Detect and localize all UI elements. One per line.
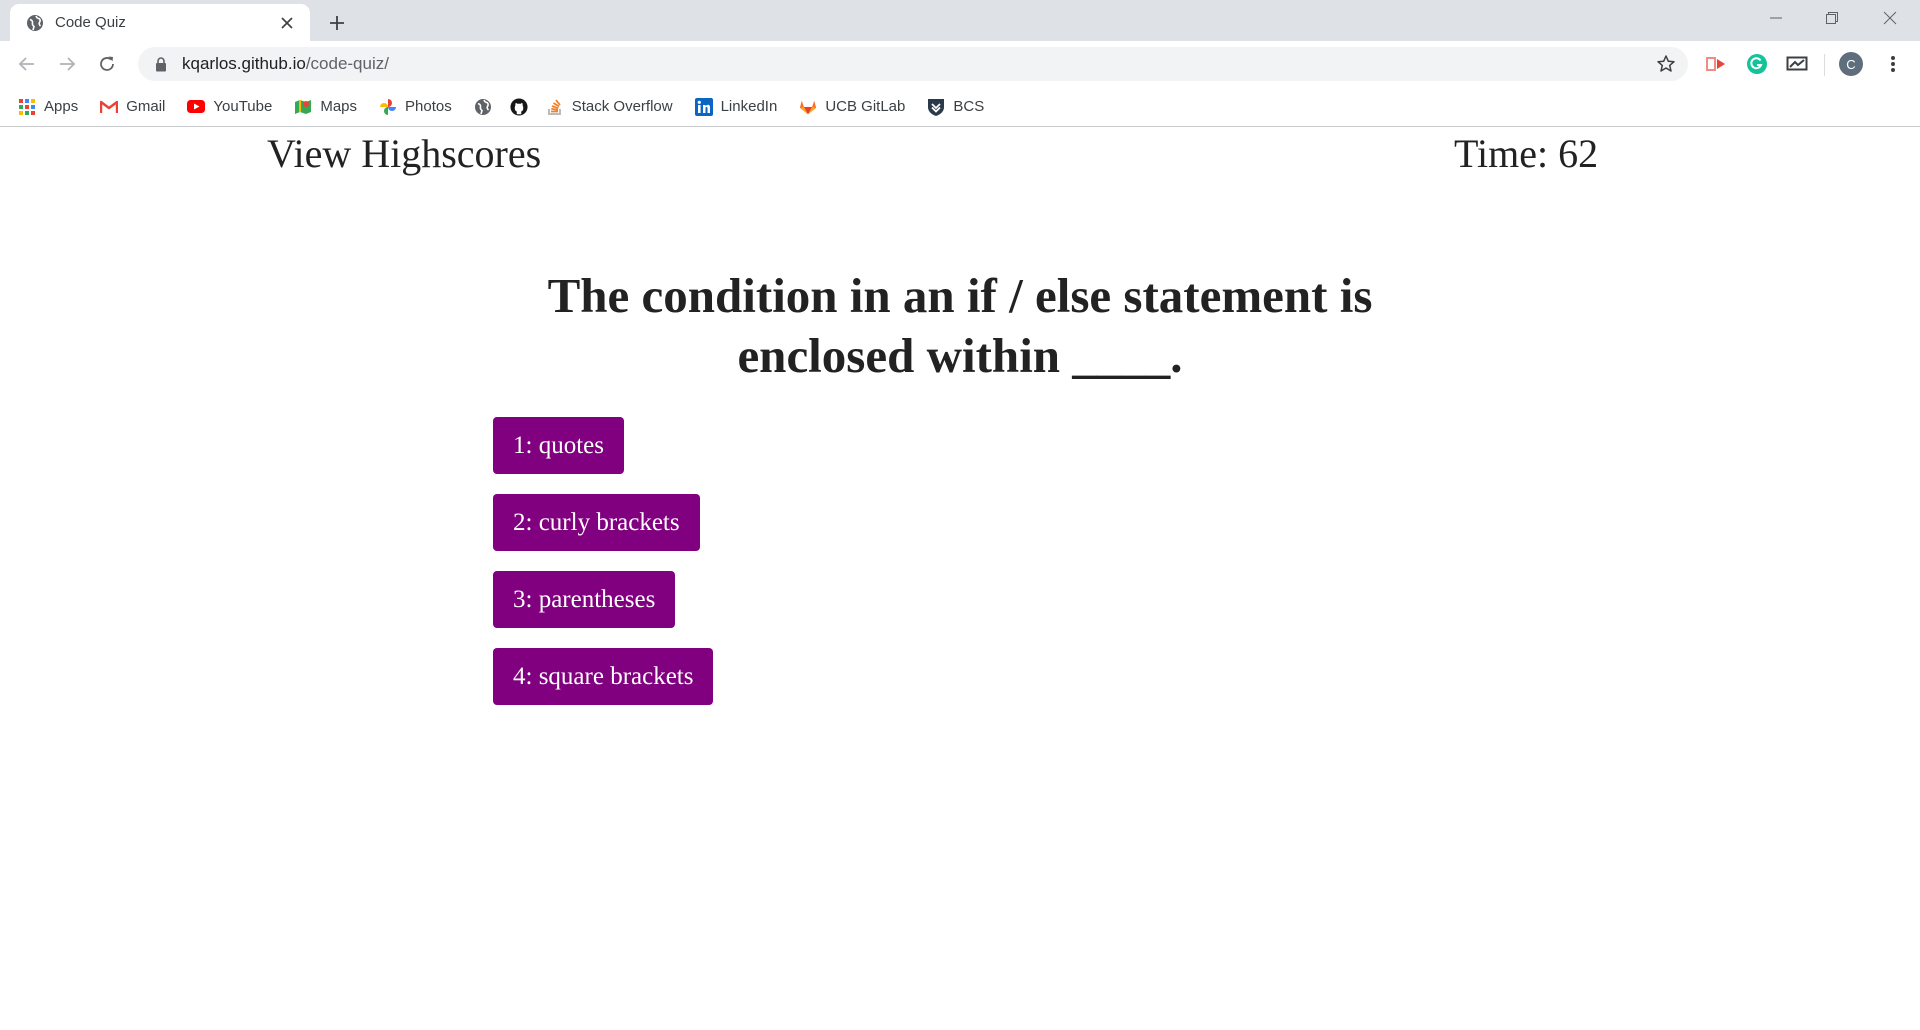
address-bar[interactable]: kqarlos.github.io/code-quiz/ <box>138 47 1688 81</box>
forward-icon[interactable] <box>51 48 83 80</box>
bookmark-stack-overflow[interactable]: Stack Overflow <box>546 93 680 121</box>
globe-icon <box>474 98 492 116</box>
bookmark-label: BCS <box>953 98 985 115</box>
bookmark-globe[interactable] <box>474 93 492 121</box>
question-text: The condition in an if / else statement … <box>547 268 1373 383</box>
back-icon[interactable] <box>11 48 43 80</box>
close-window-icon[interactable] <box>1862 0 1918 36</box>
apps-grid-icon <box>18 98 36 116</box>
answer-list: 1: quotes 2: curly brackets 3: parenthes… <box>493 417 714 725</box>
page-content: View Highscores Time: 62 The condition i… <box>0 128 1920 1030</box>
screen-share-icon[interactable] <box>1784 51 1810 77</box>
youtube-icon <box>187 98 206 116</box>
url-path: /code-quiz/ <box>305 54 389 73</box>
cast-extension-icon[interactable] <box>1703 51 1729 77</box>
minimize-icon[interactable] <box>1748 0 1804 36</box>
globe-icon <box>25 13 45 33</box>
bookmark-label: LinkedIn <box>720 98 778 115</box>
maps-icon <box>294 98 312 116</box>
bookmark-label: Photos <box>405 98 452 115</box>
answer-button-4[interactable]: 4: square brackets <box>493 648 714 705</box>
gitlab-icon <box>799 98 817 116</box>
browser-toolbar: kqarlos.github.io/code-quiz/ C <box>0 41 1920 87</box>
bookmark-label: Apps <box>44 98 79 115</box>
new-tab-icon[interactable] <box>322 8 352 38</box>
lock-icon[interactable] <box>152 55 170 73</box>
bookmark-gmail[interactable]: Gmail <box>100 93 172 121</box>
bookmark-label: YouTube <box>213 98 273 115</box>
bookmark-label: Gmail <box>126 98 166 115</box>
bookmark-label: Maps <box>320 98 358 115</box>
grammarly-icon[interactable] <box>1744 51 1770 77</box>
timer-display: Time: 62 <box>1454 131 1599 176</box>
bookmark-ucb-gitlab[interactable]: UCB GitLab <box>799 93 912 121</box>
url-host: kqarlos.github.io <box>182 54 306 73</box>
bookmark-github[interactable] <box>510 93 528 121</box>
bookmark-label: UCB GitLab <box>825 98 906 115</box>
restore-icon[interactable] <box>1804 0 1860 36</box>
bookmark-label: Stack Overflow <box>571 98 673 115</box>
bookmark-youtube[interactable]: YouTube <box>187 93 279 121</box>
bookmark-linkedin[interactable]: LinkedIn <box>694 93 785 121</box>
bcs-shield-icon <box>927 98 945 116</box>
bookmark-photos[interactable]: Photos <box>379 93 459 121</box>
bookmark-maps[interactable]: Maps <box>294 93 364 121</box>
github-icon <box>510 97 528 116</box>
bookmarks-bar: Apps Gmail YouTube Maps Photos Stack Ove… <box>0 87 1920 127</box>
linkedin-icon <box>694 97 713 116</box>
photos-icon <box>379 98 397 116</box>
more-menu-icon[interactable] <box>1880 51 1906 77</box>
url-text: kqarlos.github.io/code-quiz/ <box>182 54 389 74</box>
answer-button-3[interactable]: 3: parentheses <box>493 571 676 628</box>
profile-avatar[interactable]: C <box>1839 52 1863 76</box>
answer-button-2[interactable]: 2: curly brackets <box>493 494 700 551</box>
tab-strip: Code Quiz <box>0 0 1920 41</box>
reload-icon[interactable] <box>91 48 123 80</box>
toolbar-divider <box>1824 54 1825 76</box>
stackoverflow-icon <box>546 98 564 116</box>
gmail-icon <box>100 98 119 116</box>
tab-title: Code Quiz <box>55 14 126 31</box>
view-highscores-link[interactable]: View Highscores <box>267 130 541 177</box>
bookmark-apps[interactable]: Apps <box>18 93 85 121</box>
answer-button-1[interactable]: 1: quotes <box>493 417 624 474</box>
close-tab-icon[interactable] <box>276 12 298 34</box>
bookmark-star-icon[interactable] <box>1654 52 1678 76</box>
bookmark-bcs[interactable]: BCS <box>927 93 991 121</box>
browser-tab[interactable]: Code Quiz <box>10 4 310 41</box>
